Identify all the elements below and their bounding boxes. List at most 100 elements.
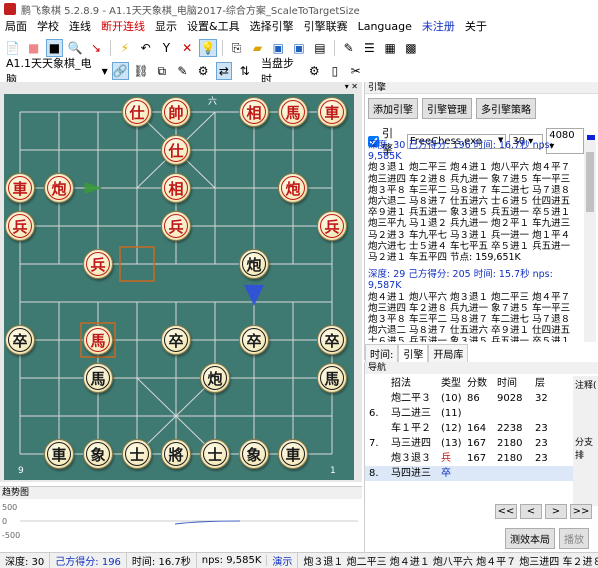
menu-item[interactable]: Language bbox=[353, 18, 417, 36]
table-cell: 7. bbox=[369, 438, 379, 449]
piece-black[interactable]: 卒 bbox=[317, 325, 347, 355]
piece-black[interactable]: 車 bbox=[44, 439, 74, 469]
first-move-button[interactable]: << bbox=[495, 504, 517, 519]
menu-item[interactable]: 未注册 bbox=[417, 18, 460, 36]
table-cell: 6. bbox=[369, 408, 379, 419]
piece-red[interactable]: 帥 bbox=[161, 97, 191, 127]
piece-red[interactable]: 馬 bbox=[83, 325, 113, 355]
piece-red[interactable]: 炮 bbox=[44, 173, 74, 203]
next-move-button[interactable]: > bbox=[545, 504, 567, 519]
piece-black[interactable]: 車 bbox=[278, 439, 308, 469]
piece-glyph: 相 bbox=[164, 176, 188, 200]
xiangqi-board[interactable]: 仕帥相馬車仕車炮相炮兵兵兵兵炮卒馬卒卒卒馬炮馬車象士將士象車 六 9 1 bbox=[4, 94, 354, 480]
piece-black[interactable]: 馬 bbox=[317, 363, 347, 393]
table-row[interactable]: 车１平２ (12) 164 2238 23 bbox=[365, 421, 573, 436]
undo-icon[interactable]: ↶ bbox=[137, 39, 155, 57]
edit-icon[interactable]: ✎ bbox=[340, 39, 358, 57]
table-cell: 32 bbox=[535, 393, 548, 404]
piece-red[interactable]: 仕 bbox=[122, 97, 152, 127]
menu-item[interactable]: 设置&工具 bbox=[182, 18, 245, 36]
analysis-icon[interactable]: ✕ bbox=[178, 39, 196, 57]
branch-icon[interactable]: Y bbox=[157, 39, 175, 57]
piece-red[interactable]: 兵 bbox=[83, 249, 113, 279]
link-icon[interactable]: 🔗 bbox=[111, 62, 129, 80]
piece-red[interactable]: 馬 bbox=[278, 97, 308, 127]
piece-black[interactable]: 象 bbox=[83, 439, 113, 469]
menu-item[interactable]: 学校 bbox=[32, 18, 64, 36]
multi-engine-button[interactable]: 多引擎策略 bbox=[476, 98, 536, 119]
piece-black[interactable]: 卒 bbox=[239, 325, 269, 355]
engine-manage-button[interactable]: 引擎管理 bbox=[422, 98, 472, 119]
lightbulb-icon[interactable]: 💡 bbox=[199, 39, 217, 57]
last-move-button[interactable]: >> bbox=[570, 504, 592, 519]
play-button[interactable]: 播放 bbox=[559, 528, 589, 549]
table-cell bbox=[535, 406, 557, 421]
document-icon[interactable]: ▯ bbox=[327, 62, 344, 80]
calc-game-button[interactable]: 测效本局 bbox=[505, 528, 555, 549]
piece-black[interactable]: 將 bbox=[161, 439, 191, 469]
piece-glyph: 炮 bbox=[281, 176, 305, 200]
table-row[interactable]: 7. 马三进四 (13) 167 2180 23 bbox=[365, 436, 573, 451]
menu-item[interactable]: 关于 bbox=[460, 18, 492, 36]
piece-black[interactable]: 馬 bbox=[83, 363, 113, 393]
tab-engine[interactable]: 引擎 bbox=[398, 344, 429, 363]
piece-red[interactable]: 兵 bbox=[161, 211, 191, 241]
piece-glyph: 馬 bbox=[86, 328, 110, 352]
menu-item[interactable]: 断开连线 bbox=[96, 18, 150, 36]
edit-board-icon[interactable]: ✎ bbox=[174, 62, 191, 80]
piece-red[interactable]: 相 bbox=[161, 173, 191, 203]
engine-line: 马２进１ 车五平四 节点: 159,651K bbox=[368, 252, 521, 264]
menu-item[interactable]: 局面 bbox=[0, 18, 32, 36]
piece-red[interactable]: 相 bbox=[239, 97, 269, 127]
piece-glyph: 象 bbox=[242, 442, 266, 466]
engine-gear-icon[interactable]: ⚙ bbox=[195, 62, 212, 80]
window-title: 鹏飞象棋 5.2.8.9 - A1.1天天象棋_电脑2017-综合方案_Scal… bbox=[21, 5, 360, 17]
unlink-icon[interactable]: ⛓ bbox=[133, 62, 150, 80]
engine-scrollbar[interactable] bbox=[584, 140, 596, 342]
table-cell: 炮二平３ bbox=[391, 393, 431, 404]
menu-item[interactable]: 选择引擎 bbox=[245, 18, 299, 36]
pattern-icon[interactable]: ▩ bbox=[402, 39, 420, 57]
table-cell: 167 bbox=[467, 453, 487, 464]
piece-red[interactable]: 兵 bbox=[5, 211, 35, 241]
menu-item[interactable]: 连线 bbox=[64, 18, 96, 36]
table-row[interactable]: 炮二平３ (10) 86 9028 32 bbox=[365, 391, 573, 406]
piece-black[interactable]: 卒 bbox=[161, 325, 191, 355]
prev-move-button[interactable]: < bbox=[520, 504, 542, 519]
doc-icon[interactable]: ▤ bbox=[311, 39, 329, 57]
engine-line: 卒９进１ 兵五进一 象３进５ 兵五进一 卒５进１ bbox=[368, 207, 571, 219]
piece-black[interactable]: 士 bbox=[122, 439, 152, 469]
list-icon[interactable]: ☰ bbox=[361, 39, 379, 57]
tools-icon[interactable]: ✂ bbox=[347, 62, 364, 80]
table-cell: 86 bbox=[467, 393, 480, 404]
grid-icon[interactable]: ▦ bbox=[381, 39, 399, 57]
piece-glyph: 帥 bbox=[164, 100, 188, 124]
chevron-down-icon[interactable]: ▼ bbox=[102, 67, 108, 76]
table-cell: 8. bbox=[369, 468, 379, 479]
copy-icon[interactable]: ⎘ bbox=[228, 39, 246, 57]
table-row[interactable]: 6. 马二进三 (11) bbox=[365, 406, 573, 421]
piece-black[interactable]: 卒 bbox=[5, 325, 35, 355]
swap-icon[interactable]: ⇄ bbox=[215, 62, 233, 80]
tab-opening-book[interactable]: 开局库 bbox=[428, 344, 469, 363]
engine-line: 炮４进１ 炮八平六 炮３退１ 炮二平三 炮４平７ bbox=[368, 291, 571, 303]
flip-icon[interactable]: ⇅ bbox=[236, 62, 253, 80]
tab-time[interactable]: 时间: bbox=[365, 344, 399, 363]
piece-black[interactable]: 炮 bbox=[200, 363, 230, 393]
table-row[interactable]: 炮３退３ 兵 167 2180 23 bbox=[365, 451, 573, 466]
table-row[interactable]: 8. 马四进三卒 bbox=[365, 466, 573, 481]
piece-black[interactable]: 象 bbox=[239, 439, 269, 469]
lightning-icon[interactable]: ⚡ bbox=[116, 39, 134, 57]
menu-item[interactable]: 显示 bbox=[150, 18, 182, 36]
piece-red[interactable]: 炮 bbox=[278, 173, 308, 203]
piece-red[interactable]: 兵 bbox=[317, 211, 347, 241]
add-engine-button[interactable]: 添加引擎 bbox=[368, 98, 418, 119]
settings-icon[interactable]: ⚙ bbox=[306, 62, 323, 80]
copy-board-icon[interactable]: ⧉ bbox=[153, 62, 170, 80]
piece-red[interactable]: 車 bbox=[5, 173, 35, 203]
piece-black[interactable]: 炮 bbox=[239, 249, 269, 279]
piece-red[interactable]: 仕 bbox=[161, 135, 191, 165]
piece-black[interactable]: 士 bbox=[200, 439, 230, 469]
piece-red[interactable]: 車 bbox=[317, 97, 347, 127]
menu-item[interactable]: 引擎联赛 bbox=[299, 18, 353, 36]
